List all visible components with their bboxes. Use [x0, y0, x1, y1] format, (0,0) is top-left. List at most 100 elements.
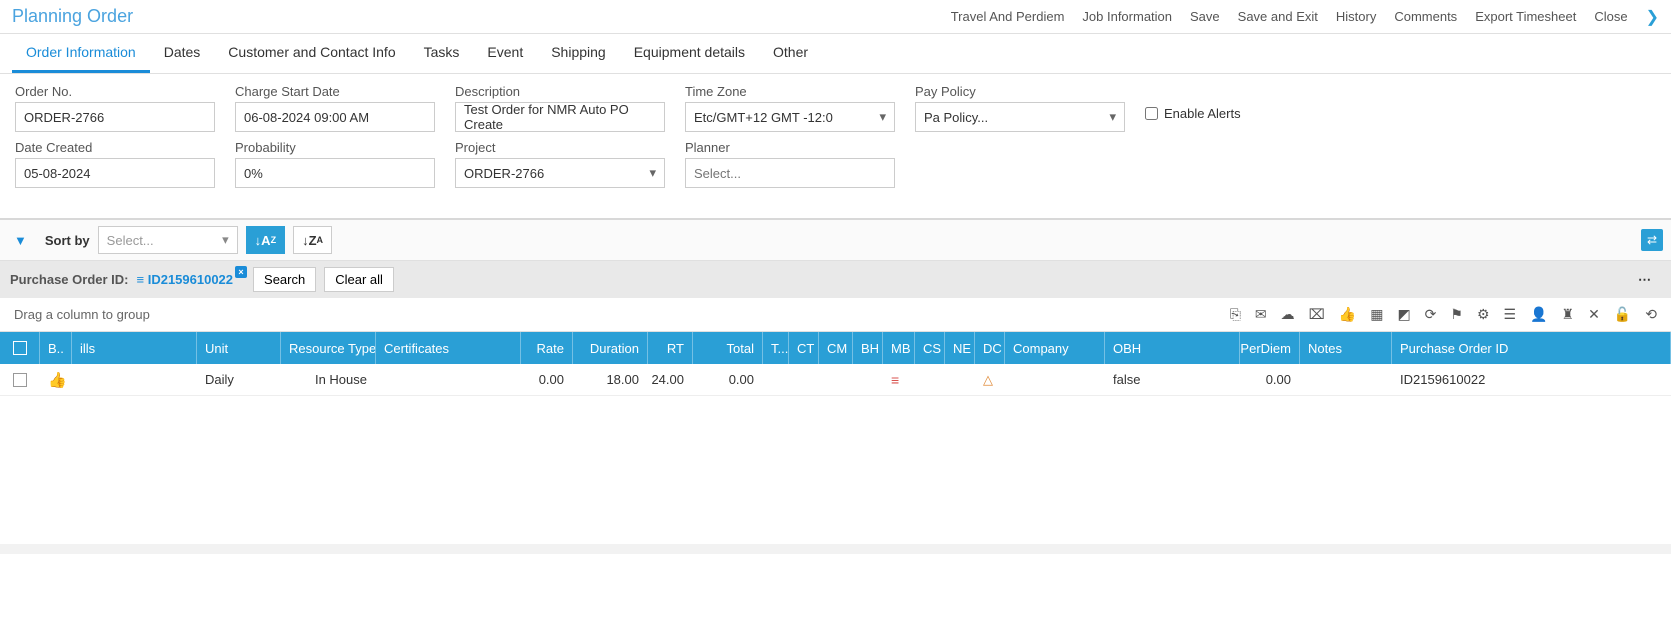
charge-start-field[interactable]: 06-08-2024 09:00 AM: [235, 102, 435, 132]
sort-desc-button[interactable]: ↓ZA: [293, 226, 332, 254]
description-field[interactable]: Test Order for NMR Auto PO Create: [455, 102, 665, 132]
col-notes[interactable]: Notes: [1300, 332, 1392, 364]
header-action-close[interactable]: Close: [1594, 9, 1627, 24]
cell-perdiem: 0.00: [1240, 368, 1300, 391]
label-probability: Probability: [235, 140, 435, 155]
col-duration[interactable]: Duration: [573, 332, 648, 364]
tab-order-information[interactable]: Order Information: [12, 34, 150, 73]
close-chevron-icon[interactable]: ❯: [1646, 7, 1659, 27]
filter-label: Purchase Order ID:: [10, 272, 129, 287]
filter-row: Purchase Order ID: ≡ ID2159610022 × Sear…: [0, 261, 1671, 298]
header-action-jobinfo[interactable]: Job Information: [1082, 9, 1172, 24]
delete-icon[interactable]: ✕: [1588, 306, 1600, 323]
refresh-icon[interactable]: ⟳: [1425, 306, 1437, 323]
header-actions: Travel And Perdiem Job Information Save …: [951, 7, 1659, 27]
col-ills[interactable]: ills: [72, 332, 197, 364]
col-mb[interactable]: MB: [883, 332, 915, 364]
label-planner: Planner: [685, 140, 895, 155]
label-paypolicy: Pay Policy: [915, 84, 1125, 99]
cell-resource-type: In House: [281, 368, 376, 391]
label-project: Project: [455, 140, 665, 155]
tab-other[interactable]: Other: [759, 34, 822, 73]
person-icon[interactable]: 👤: [1530, 306, 1547, 323]
sort-select[interactable]: Select...: [98, 226, 238, 254]
col-total[interactable]: Total: [693, 332, 763, 364]
date-created-field[interactable]: 05-08-2024: [15, 158, 215, 188]
layout-toggle-icon[interactable]: ⇄: [1641, 229, 1663, 251]
tab-customer-contact[interactable]: Customer and Contact Info: [214, 34, 409, 73]
tab-equipment[interactable]: Equipment details: [620, 34, 759, 73]
thumbs-up-icon: 👍: [48, 371, 67, 389]
col-obh[interactable]: OBH: [1105, 332, 1240, 364]
col-t[interactable]: T...: [763, 332, 789, 364]
list-icon[interactable]: ☰: [1504, 306, 1517, 323]
col-bh[interactable]: BH: [853, 332, 883, 364]
group-bar: Drag a column to group ⎘ ✉ ☁ ⌧ 👍 ▦ ◩ ⟳ ⚑…: [0, 298, 1671, 332]
header-bar: Planning Order Travel And Perdiem Job In…: [0, 0, 1671, 34]
order-no-field[interactable]: ORDER-2766: [15, 102, 215, 132]
label-charge-start: Charge Start Date: [235, 84, 435, 99]
planner-select[interactable]: [685, 158, 895, 188]
lock-icon[interactable]: 🔓: [1614, 306, 1631, 323]
clear-all-button[interactable]: Clear all: [324, 267, 394, 292]
header-action-comments[interactable]: Comments: [1394, 9, 1457, 24]
enable-alerts-checkbox[interactable]: [1145, 107, 1158, 120]
header-action-export-ts[interactable]: Export Timesheet: [1475, 9, 1576, 24]
contact-icon[interactable]: ◩: [1397, 306, 1410, 323]
tab-event[interactable]: Event: [473, 34, 537, 73]
label-description: Description: [455, 84, 665, 99]
card-icon[interactable]: ⌧: [1309, 306, 1325, 323]
mail-icon[interactable]: ✉: [1255, 306, 1267, 323]
filter-pill[interactable]: ≡ ID2159610022 ×: [137, 272, 246, 287]
tree-icon[interactable]: ♜: [1562, 306, 1575, 323]
col-company[interactable]: Company: [1005, 332, 1105, 364]
timezone-select[interactable]: Etc/GMT+12 GMT -12:0: [685, 102, 895, 132]
col-rate[interactable]: Rate: [521, 332, 573, 364]
paypolicy-select[interactable]: Pa Policy...: [915, 102, 1125, 132]
filter-pill-remove-icon[interactable]: ×: [235, 266, 247, 278]
cell-duration: 18.00: [573, 368, 648, 391]
tabs: Order Information Dates Customer and Con…: [0, 34, 1671, 74]
search-button[interactable]: Search: [253, 267, 316, 292]
flag-icon[interactable]: ⚑: [1450, 306, 1463, 323]
tab-tasks[interactable]: Tasks: [410, 34, 474, 73]
col-perdiem[interactable]: PerDiem: [1240, 332, 1300, 364]
cell-obh: false: [1105, 368, 1240, 391]
sort-asc-button[interactable]: ↓AZ: [246, 226, 285, 254]
tab-shipping[interactable]: Shipping: [537, 34, 620, 73]
cell-rate: 0.00: [521, 368, 573, 391]
col-ne[interactable]: NE: [945, 332, 975, 364]
header-action-travel[interactable]: Travel And Perdiem: [951, 9, 1065, 24]
probability-field[interactable]: 0%: [235, 158, 435, 188]
label-order-no: Order No.: [15, 84, 215, 99]
col-cm[interactable]: CM: [819, 332, 853, 364]
col-cs[interactable]: CS: [915, 332, 945, 364]
gear-icon[interactable]: ⚙: [1477, 306, 1490, 323]
more-icon[interactable]: ⋯: [1632, 270, 1657, 290]
select-all-checkbox[interactable]: [13, 341, 27, 355]
col-resource-type[interactable]: Resource Type: [281, 332, 376, 364]
export-icon[interactable]: ⎘: [1230, 306, 1241, 323]
label-timezone: Time Zone: [685, 84, 895, 99]
col-b[interactable]: B..: [40, 332, 72, 364]
filter-icon[interactable]: ▼: [8, 231, 33, 250]
header-action-history[interactable]: History: [1336, 9, 1376, 24]
qr-icon[interactable]: ▦: [1370, 306, 1383, 323]
stack-icon: ≡: [891, 372, 899, 388]
group-hint: Drag a column to group: [14, 307, 150, 322]
reload-icon[interactable]: ⟲: [1645, 306, 1657, 323]
col-unit[interactable]: Unit: [197, 332, 281, 364]
header-action-save[interactable]: Save: [1190, 9, 1220, 24]
col-dc[interactable]: DC: [975, 332, 1005, 364]
row-checkbox[interactable]: [13, 373, 27, 387]
project-select[interactable]: ORDER-2766: [455, 158, 665, 188]
thumbs-up-icon[interactable]: 👍: [1339, 306, 1356, 323]
col-purchase-order-id[interactable]: Purchase Order ID: [1392, 332, 1671, 364]
col-ct[interactable]: CT: [789, 332, 819, 364]
col-rt[interactable]: RT: [648, 332, 693, 364]
cloud-icon[interactable]: ☁: [1281, 306, 1295, 323]
header-action-save-exit[interactable]: Save and Exit: [1238, 9, 1318, 24]
col-certificates[interactable]: Certificates: [376, 332, 521, 364]
tab-dates[interactable]: Dates: [150, 34, 215, 73]
table-row[interactable]: 👍 Daily In House 0.00 18.00 24.00 0.00 ≡…: [0, 364, 1671, 396]
